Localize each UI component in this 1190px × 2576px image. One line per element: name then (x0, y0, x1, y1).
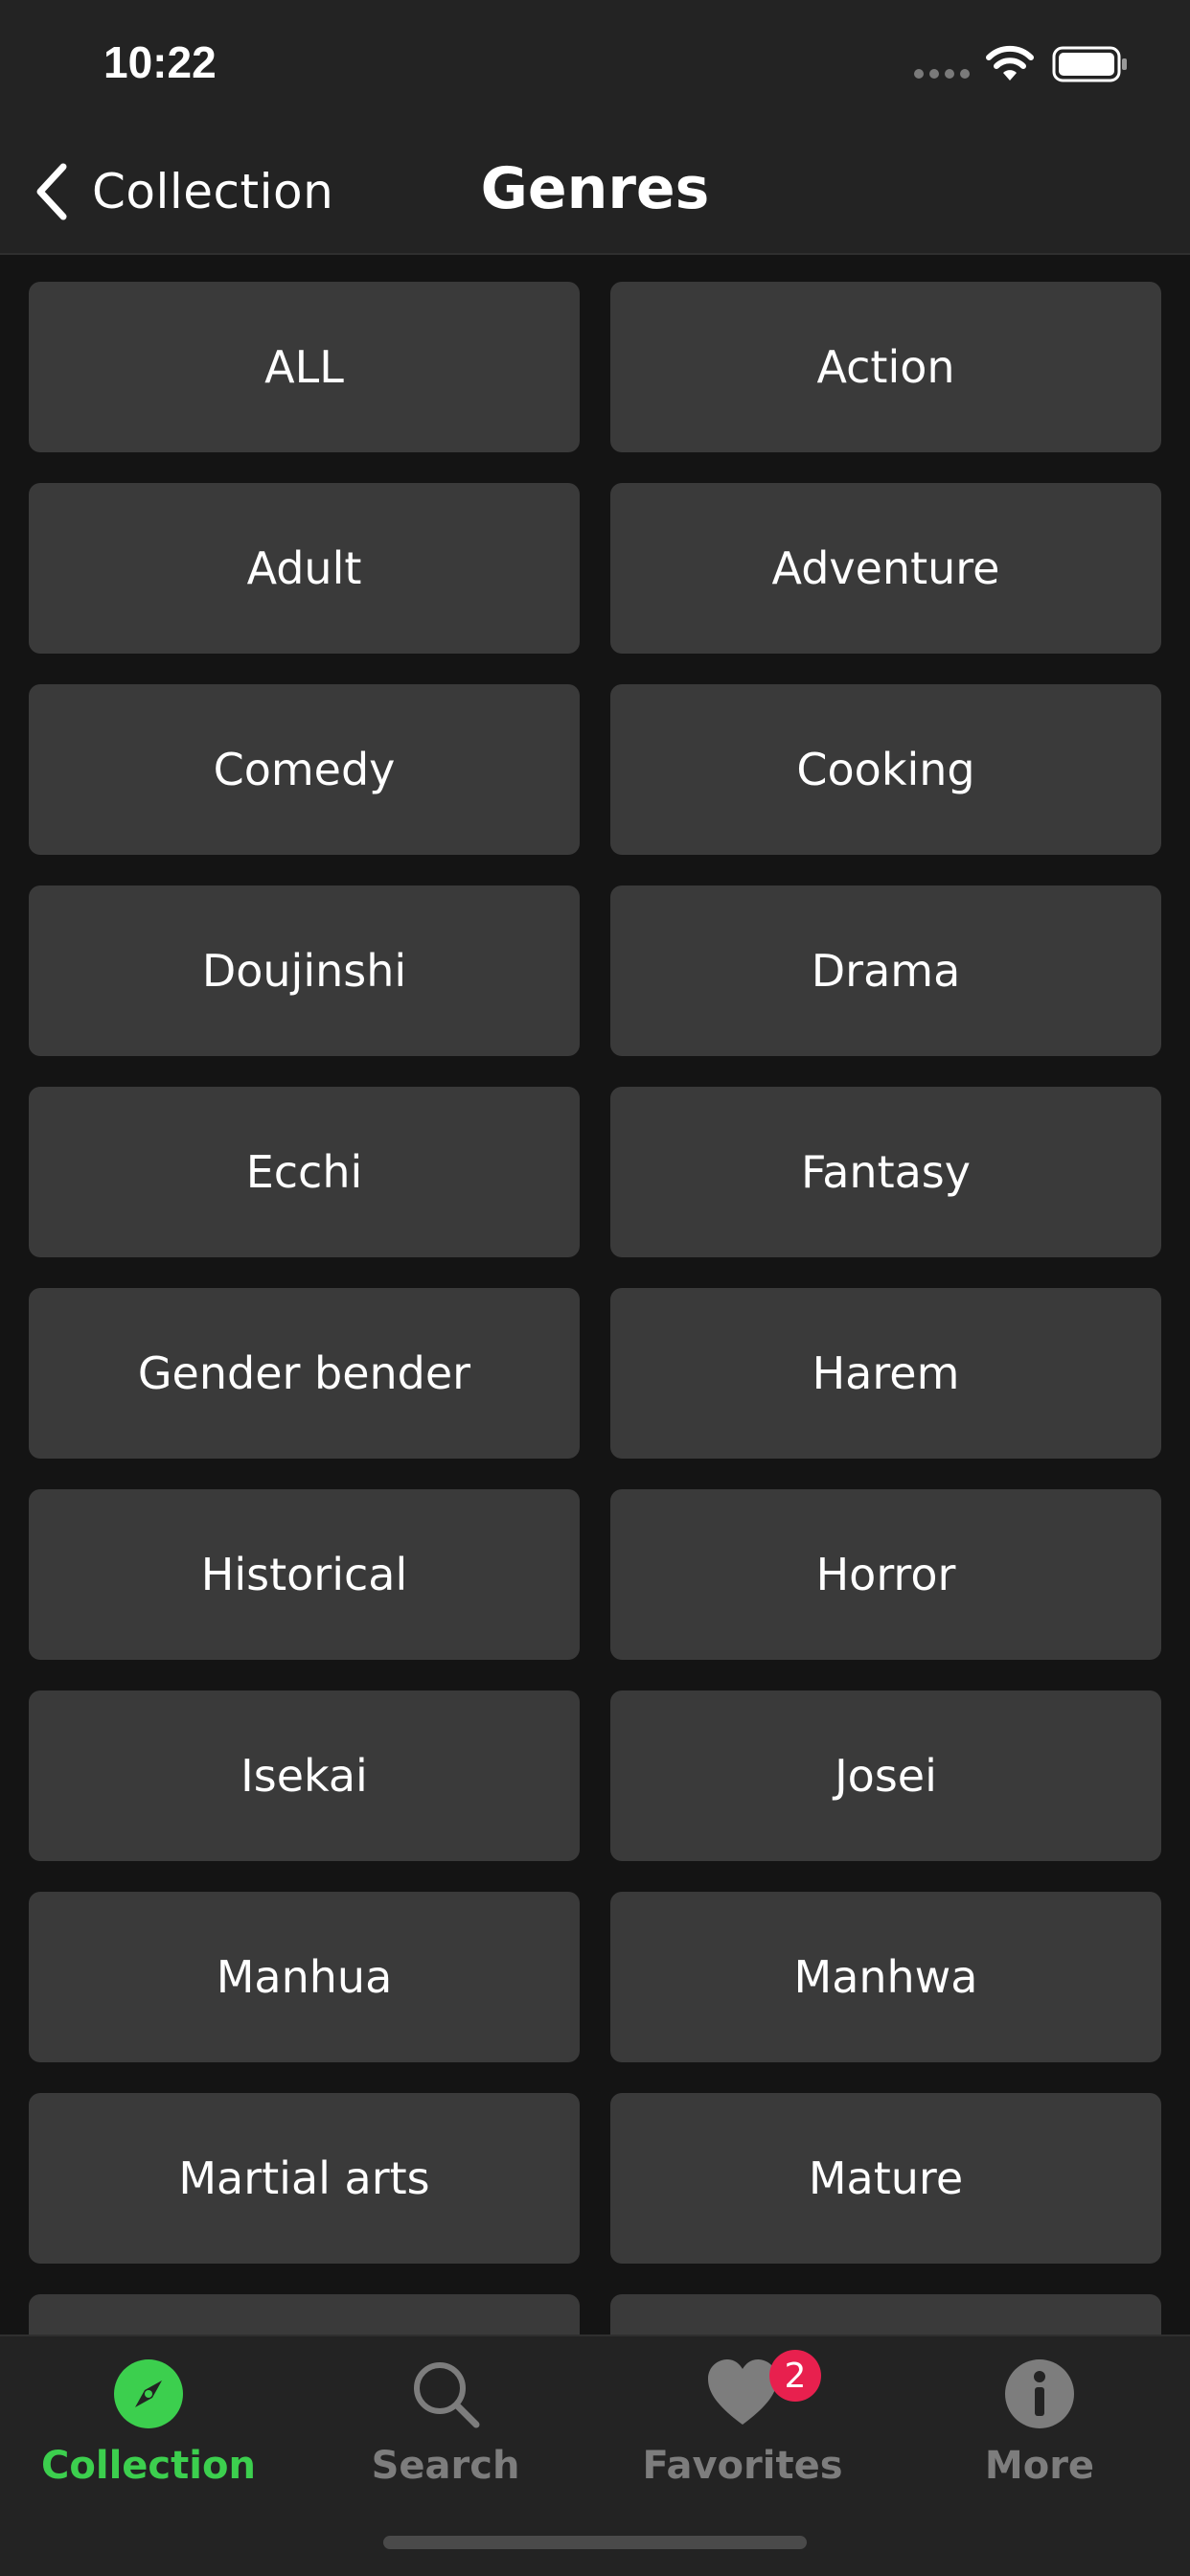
wifi-icon (986, 45, 1034, 80)
genre-tile-harem[interactable]: Harem (610, 1288, 1161, 1459)
info-icon (1001, 2356, 1078, 2432)
genre-tile-isekai[interactable]: Isekai (29, 1690, 580, 1861)
genre-tile-martial-arts[interactable]: Martial arts (29, 2093, 580, 2264)
tab-more-label: More (984, 2444, 1095, 2488)
genre-tile-gender-bender[interactable]: Gender bender (29, 1288, 580, 1459)
status-bar: 10:22 (0, 0, 1190, 134)
tab-search-label: Search (371, 2444, 520, 2488)
genre-tile-fantasy[interactable]: Fantasy (610, 1087, 1161, 1257)
page-title: Genres (480, 155, 710, 222)
genre-tile-josei[interactable]: Josei (610, 1690, 1161, 1861)
status-time: 10:22 (103, 37, 217, 87)
tab-favorites-label: Favorites (642, 2444, 843, 2488)
genre-tile-manhua[interactable]: Manhua (29, 1892, 580, 2062)
genre-tile-historical[interactable]: Historical (29, 1489, 580, 1660)
compass-icon (110, 2356, 187, 2432)
genre-tile-action[interactable]: Action (610, 282, 1161, 452)
genre-tile-partial-right[interactable] (610, 2294, 1161, 2334)
genre-tile-doujinshi[interactable]: Doujinshi (29, 886, 580, 1056)
genre-tile-partial-left[interactable] (29, 2294, 580, 2334)
tab-favorites[interactable]: 2 Favorites (594, 2346, 891, 2518)
tab-collection-label: Collection (41, 2444, 256, 2488)
genre-tile-horror[interactable]: Horror (610, 1489, 1161, 1660)
favorites-badge: 2 (769, 2350, 821, 2402)
genre-tile-comedy[interactable]: Comedy (29, 684, 580, 855)
genre-list[interactable]: ALL Action Adult Adventure Comedy Cookin… (29, 282, 1161, 2334)
navigation-bar: Collection Genres (0, 134, 1190, 255)
tab-search[interactable]: Search (297, 2346, 594, 2518)
home-indicator[interactable] (383, 2536, 807, 2549)
battery-icon (1052, 46, 1127, 82)
genre-tile-mature[interactable]: Mature (610, 2093, 1161, 2264)
cellular-signal-icon (914, 69, 972, 80)
genre-tile-manhwa[interactable]: Manhwa (610, 1892, 1161, 2062)
genre-tile-adventure[interactable]: Adventure (610, 483, 1161, 654)
genre-tile-ecchi[interactable]: Ecchi (29, 1087, 580, 1257)
genre-tile-all[interactable]: ALL (29, 282, 580, 452)
magnifier-icon (407, 2356, 484, 2432)
tab-more[interactable]: More (891, 2346, 1188, 2518)
genre-tile-cooking[interactable]: Cooking (610, 684, 1161, 855)
genre-tile-drama[interactable]: Drama (610, 886, 1161, 1056)
tab-collection[interactable]: Collection (0, 2346, 297, 2518)
genre-tile-adult[interactable]: Adult (29, 483, 580, 654)
heart-icon: 2 (704, 2350, 821, 2432)
